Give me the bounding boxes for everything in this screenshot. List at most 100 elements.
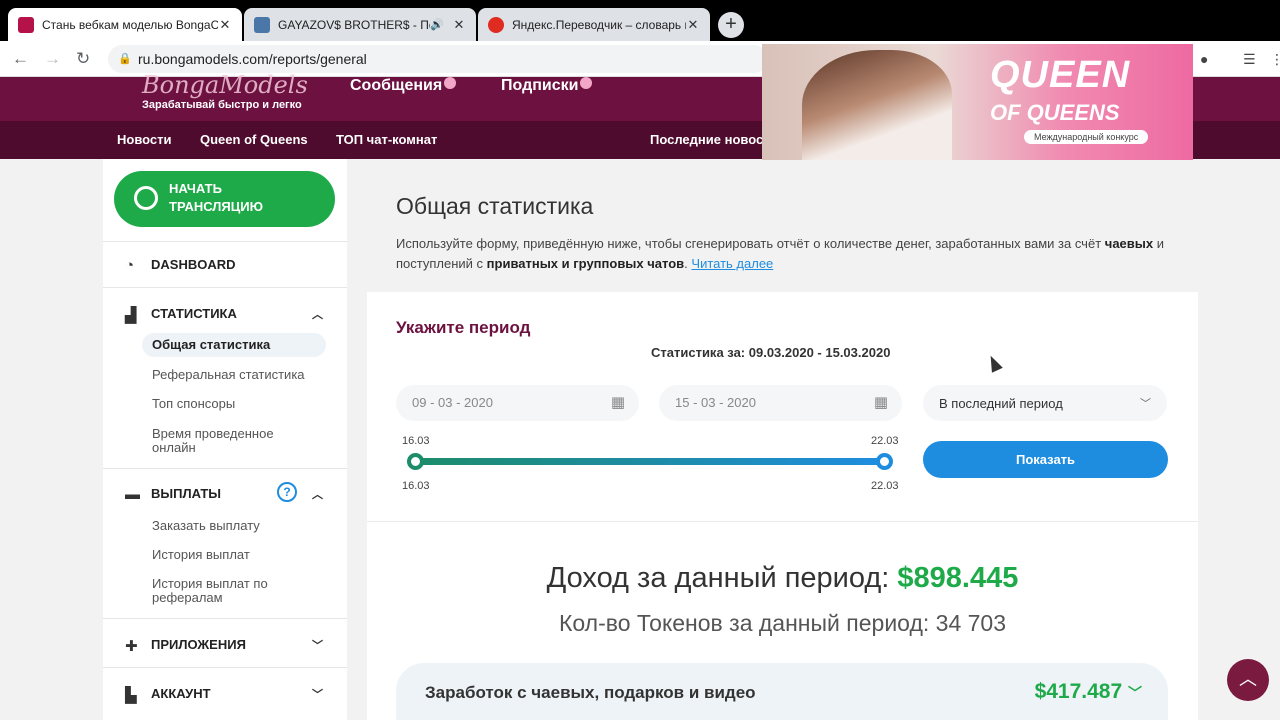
url-text: ru.bongamodels.com/reports/general [138, 51, 367, 67]
sidebar-divider [103, 287, 347, 288]
nav-messages-label: Сообщения [350, 77, 443, 94]
reload-icon[interactable]: ↻ [76, 49, 90, 69]
tokens-summary: Кол-во Токенов за данный период: 34 703 [559, 610, 1006, 636]
close-tab-icon[interactable]: ✕ [452, 17, 466, 33]
notification-dot-icon [444, 77, 457, 89]
banner-title-line2: OF QUEENS [990, 100, 1120, 125]
tab-yandex-translate[interactable]: Яндекс.Переводчик – словарь и ✕ [478, 8, 710, 41]
queen-of-queens-banner[interactable]: QUEEN OF QUEENS Международный конкурс [762, 44, 1193, 160]
gauge-icon: ◔ [125, 257, 135, 274]
sidebar-divider [103, 241, 347, 242]
back-arrow-icon[interactable]: ← [12, 49, 29, 69]
site-slogan: Зарабатывай быстро и легко [142, 99, 302, 111]
income-value: $898.445 [897, 562, 1019, 594]
sidebar-item-referral-stats[interactable]: Реферальная статистика [152, 368, 305, 382]
date-range-slider[interactable] [415, 458, 884, 465]
slider-handle-left[interactable] [407, 453, 424, 470]
sidebar-section-statistics[interactable]: ▟ СТАТИСТИКА ︿ [103, 306, 347, 324]
sidebar: НАЧАТЬ ТРАНСЛЯЦИЮ ◔ DASHBOARD ▟ СТАТИСТИ… [103, 159, 347, 720]
desc-bold: приватных и групповых чатов [486, 256, 685, 271]
earnings-tips-label: Заработок с чаевых, подарков и видео [425, 683, 756, 702]
close-tab-icon[interactable]: ✕ [218, 17, 232, 33]
close-tab-icon[interactable]: ✕ [686, 17, 700, 33]
sidebar-divider [103, 468, 347, 469]
nav-messages[interactable]: Сообщения [350, 77, 457, 95]
subnav-top-chats[interactable]: ТОП чат-комнат [336, 132, 437, 147]
slider-label-top-right: 22.03 [871, 435, 899, 447]
sidebar-section-account[interactable]: ▙ АККАУНТ ﹀ [103, 686, 347, 704]
earnings-tips-value: $417.487 ﹀ [1035, 680, 1142, 704]
subnav-news[interactable]: Новости [117, 132, 172, 147]
extension-icon[interactable]: ● [1200, 51, 1208, 67]
new-tab-button[interactable]: + [718, 12, 744, 38]
chevron-up-icon[interactable]: ︿ [312, 306, 323, 322]
chevron-up-icon[interactable]: ︿ [312, 486, 323, 502]
chevron-down-icon: ﹀ [1140, 398, 1151, 410]
read-more-link[interactable]: Читать далее [691, 256, 773, 271]
subnav-queen-of-queens[interactable]: Queen of Queens [200, 132, 308, 147]
date-from-value: 09 - 03 - 2020 [412, 395, 493, 410]
sidebar-section-label: АККАУНТ [151, 686, 211, 701]
user-icon: ▙ [125, 687, 137, 704]
sidebar-section-apps[interactable]: ✚ ПРИЛОЖЕНИЯ ﹀ [103, 637, 347, 655]
date-to-input[interactable]: 15 - 03 - 2020 ▦ [659, 385, 902, 421]
tab-vk[interactable]: GAYAZOV$ BROTHER$ - По 🔊 ✕ [244, 8, 476, 41]
banner-title-line1: QUEEN [990, 54, 1131, 96]
sidebar-item-top-sponsors[interactable]: Топ спонсоры [152, 397, 235, 411]
bonga-favicon-icon [18, 16, 34, 33]
vk-favicon-icon [254, 16, 270, 33]
sidebar-item-payout-history[interactable]: История выплат [152, 548, 250, 562]
chevron-down-icon[interactable]: ﹀ [312, 637, 323, 653]
income-label: Доход за данный период: [546, 562, 898, 594]
page-description: Используйте форму, приведённую ниже, что… [396, 234, 1186, 274]
bar-chart-icon: ▟ [125, 307, 137, 324]
sidebar-item-request-payout[interactable]: Заказать выплату [152, 519, 260, 533]
site-logo[interactable]: BongaModels [142, 71, 308, 99]
chevron-down-icon[interactable]: ﹀ [1128, 685, 1142, 701]
calendar-icon[interactable]: ▦ [611, 393, 625, 411]
period-heading: Укажите период [396, 318, 531, 337]
tab-title: Яндекс.Переводчик – словарь и [512, 17, 686, 32]
speaker-icon[interactable]: 🔊 [430, 18, 444, 31]
income-summary: Доход за данный период: $898.445 [367, 562, 1198, 595]
lock-icon: 🔒 [118, 53, 132, 65]
sidebar-divider [103, 667, 347, 668]
sidebar-item-dashboard[interactable]: ◔ DASHBOARD [103, 257, 347, 274]
reading-list-icon[interactable]: ☰ [1243, 51, 1256, 68]
chevron-down-icon[interactable]: ﹀ [312, 686, 323, 702]
nav-subscriptions-label: Подписки [501, 77, 579, 94]
period-select-value: В последний период [939, 396, 1063, 411]
calendar-icon[interactable]: ▦ [874, 393, 888, 411]
tab-bongamodels[interactable]: Стань вебкам моделью BongaC ✕ [8, 8, 242, 41]
date-from-input[interactable]: 09 - 03 - 2020 ▦ [396, 385, 639, 421]
broadcast-icon [134, 186, 158, 210]
show-button[interactable]: Показать [923, 441, 1168, 478]
forward-arrow-icon[interactable]: → [44, 49, 61, 69]
banner-model-image [802, 50, 952, 160]
desc-bold: чаевых [1104, 236, 1154, 251]
sidebar-item-referral-payout-history[interactable]: История выплат по рефералам [152, 577, 302, 605]
earnings-tips-row[interactable]: Заработок с чаевых, подарков и видео $41… [396, 663, 1168, 720]
sidebar-item-time-online[interactable]: Время проведенное онлайн [152, 427, 302, 455]
start-broadcast-button[interactable]: НАЧАТЬ ТРАНСЛЯЦИЮ [114, 171, 335, 227]
slider-handle-right[interactable] [876, 453, 893, 470]
date-to-value: 15 - 03 - 2020 [675, 395, 756, 410]
sidebar-item-general-stats[interactable]: Общая статистика [142, 333, 326, 357]
nav-subscriptions[interactable]: Подписки [501, 77, 593, 95]
yandex-favicon-icon [488, 16, 504, 33]
sidebar-item-label: DASHBOARD [151, 257, 236, 272]
sidebar-section-payouts[interactable]: ▬ ВЫПЛАТЫ ? ︿ [103, 482, 347, 503]
period-select[interactable]: В последний период ﹀ [923, 385, 1167, 421]
menu-icon[interactable]: ⋮ [1270, 51, 1280, 68]
help-icon[interactable]: ? [277, 482, 297, 502]
sidebar-section-label: ВЫПЛАТЫ [151, 486, 221, 501]
sidebar-section-label: ПРИЛОЖЕНИЯ [151, 637, 246, 652]
puzzle-icon: ✚ [125, 638, 138, 655]
stats-card: Укажите период Статистика за: 09.03.2020… [367, 292, 1198, 720]
url-field[interactable]: 🔒 ru.bongamodels.com/reports/general [108, 45, 768, 73]
sidebar-divider [103, 618, 347, 619]
credit-card-icon: ▬ [125, 486, 140, 503]
slider-label-bottom-right: 22.03 [871, 480, 899, 492]
subnav-latest-news[interactable]: Последние новос [650, 132, 763, 147]
scroll-to-top-button[interactable]: ︿ [1227, 659, 1269, 701]
